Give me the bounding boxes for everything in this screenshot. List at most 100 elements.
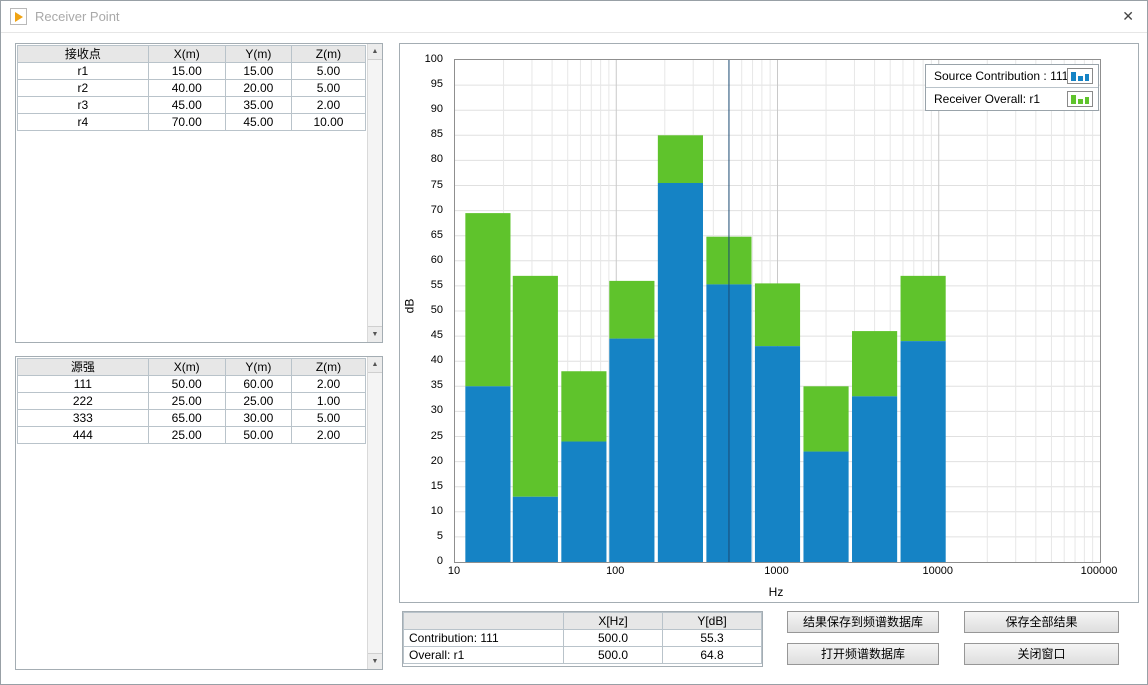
- plot-legend: Source Contribution : 111 Receiver Overa…: [925, 64, 1099, 111]
- plot-area[interactable]: [454, 59, 1101, 563]
- column-header: X(m): [148, 359, 225, 376]
- table-cell[interactable]: 10.00: [291, 114, 365, 131]
- table-row[interactable]: 22225.0025.001.00: [18, 393, 366, 410]
- x-axis-label: Hz: [756, 585, 796, 599]
- column-header: Z(m): [291, 46, 365, 63]
- receiver-table: 接收点X(m)Y(m)Z(m)r115.0015.005.00r240.0020…: [15, 43, 383, 343]
- y-tick-label: 15: [401, 480, 443, 493]
- table-cell[interactable]: 111: [18, 376, 149, 393]
- table-cell[interactable]: 444: [18, 427, 149, 444]
- table-cell[interactable]: 15.00: [148, 63, 225, 80]
- table-row[interactable]: 44425.0050.002.00: [18, 427, 366, 444]
- table-cell[interactable]: r3: [18, 97, 149, 114]
- x-tick-label: 100: [585, 565, 645, 577]
- table-cell[interactable]: 70.00: [148, 114, 225, 131]
- table-cell[interactable]: 25.00: [225, 393, 291, 410]
- y-tick-label: 70: [401, 204, 443, 217]
- y-tick-label: 5: [401, 530, 443, 543]
- source-table-grid: 源强X(m)Y(m)Z(m)11150.0060.002.0022225.002…: [17, 358, 366, 668]
- title-bar: Receiver Point ✕: [1, 1, 1147, 33]
- table-cell[interactable]: 45.00: [148, 97, 225, 114]
- receiver-point-window: Receiver Point ✕ 接收点X(m)Y(m)Z(m)r115.001…: [0, 0, 1148, 685]
- x-tick-label: 10000: [908, 565, 968, 577]
- table-cell[interactable]: 60.00: [225, 376, 291, 393]
- table-cell[interactable]: 50.00: [225, 427, 291, 444]
- open-spectrum-db-button[interactable]: 打开频谱数据库: [787, 643, 939, 665]
- y-tick-label: 10: [401, 505, 443, 518]
- table-cell[interactable]: r4: [18, 114, 149, 131]
- table-cell[interactable]: 5.00: [291, 410, 365, 427]
- table-cell[interactable]: 30.00: [225, 410, 291, 427]
- y-tick-label: 65: [401, 229, 443, 242]
- table-row[interactable]: r115.0015.005.00: [18, 63, 366, 80]
- table-cell[interactable]: 35.00: [225, 97, 291, 114]
- receiver-table-grid: 接收点X(m)Y(m)Z(m)r115.0015.005.00r240.0020…: [17, 45, 366, 341]
- table-cell[interactable]: 333: [18, 410, 149, 427]
- column-header: 源强: [18, 359, 149, 376]
- table-cell[interactable]: 65.00: [148, 410, 225, 427]
- source-table-scrollbar[interactable]: ▲ ▼: [367, 357, 382, 669]
- table-cell[interactable]: 40.00: [148, 80, 225, 97]
- table-cell[interactable]: 2.00: [291, 427, 365, 444]
- y-tick-label: 30: [401, 404, 443, 417]
- y-tick-label: 60: [401, 254, 443, 267]
- table-cell[interactable]: r1: [18, 63, 149, 80]
- table-cell[interactable]: 20.00: [225, 80, 291, 97]
- cursor-readout-table: X[Hz]Y[dB]Contribution: 111500.055.3Over…: [402, 611, 763, 667]
- legend-item-contribution[interactable]: Source Contribution : 111: [926, 65, 1098, 87]
- table-cell[interactable]: 222: [18, 393, 149, 410]
- y-tick-label: 25: [401, 430, 443, 443]
- receiver-table-scrollbar[interactable]: ▲ ▼: [367, 44, 382, 342]
- y-axis-tick-labels: 0510152025303540455055606570758085909510…: [400, 44, 449, 602]
- close-icon[interactable]: ✕: [1122, 8, 1134, 25]
- table-cell[interactable]: 50.00: [148, 376, 225, 393]
- table-cell[interactable]: 1.00: [291, 393, 365, 410]
- column-header: X(m): [148, 46, 225, 63]
- y-tick-label: 45: [401, 329, 443, 342]
- legend-item-overall[interactable]: Receiver Overall: r1: [926, 87, 1098, 110]
- y-tick-label: 95: [401, 78, 443, 91]
- table-cell[interactable]: 25.00: [148, 427, 225, 444]
- column-header: X[Hz]: [564, 613, 663, 630]
- source-table: 源强X(m)Y(m)Z(m)11150.0060.002.0022225.002…: [15, 356, 383, 670]
- close-window-button[interactable]: 关闭窗口: [964, 643, 1119, 665]
- table-cell[interactable]: 55.3: [663, 630, 762, 647]
- table-cell[interactable]: 500.0: [564, 647, 663, 664]
- column-header: Y(m): [225, 46, 291, 63]
- table-row[interactable]: 33365.0030.005.00: [18, 410, 366, 427]
- table-cell[interactable]: 15.00: [225, 63, 291, 80]
- table-cell[interactable]: 45.00: [225, 114, 291, 131]
- scroll-up-icon[interactable]: ▲: [368, 44, 382, 60]
- y-tick-label: 100: [401, 53, 443, 66]
- y-tick-label: 80: [401, 153, 443, 166]
- save-all-results-button[interactable]: 保存全部结果: [964, 611, 1119, 633]
- scroll-down-icon[interactable]: ▼: [368, 326, 382, 342]
- table-row[interactable]: 11150.0060.002.00: [18, 376, 366, 393]
- x-tick-label: 1000: [747, 565, 807, 577]
- y-tick-label: 40: [401, 354, 443, 367]
- table-cell[interactable]: Contribution: 111: [404, 630, 564, 647]
- scroll-down-icon[interactable]: ▼: [368, 653, 382, 669]
- table-cell[interactable]: 64.8: [663, 647, 762, 664]
- table-cell[interactable]: r2: [18, 80, 149, 97]
- legend-label: Source Contribution : 111: [934, 69, 1068, 83]
- table-cell[interactable]: 5.00: [291, 63, 365, 80]
- table-cell[interactable]: 25.00: [148, 393, 225, 410]
- save-to-spectrum-db-button[interactable]: 结果保存到频谱数据库: [787, 611, 939, 633]
- table-cell[interactable]: 5.00: [291, 80, 365, 97]
- table-cell[interactable]: 500.0: [564, 630, 663, 647]
- labview-arrow-icon: [15, 12, 23, 22]
- table-cell[interactable]: Overall: r1: [404, 647, 564, 664]
- y-axis-label: dB: [402, 299, 416, 314]
- table-cell[interactable]: 2.00: [291, 97, 365, 114]
- table-row[interactable]: r470.0045.0010.00: [18, 114, 366, 131]
- table-row[interactable]: r345.0035.002.00: [18, 97, 366, 114]
- x-tick-label: 10: [424, 565, 484, 577]
- data-grid: 源强X(m)Y(m)Z(m)11150.0060.002.0022225.002…: [17, 358, 366, 444]
- table-row[interactable]: Contribution: 111500.055.3: [404, 630, 762, 647]
- table-row[interactable]: Overall: r1500.064.8: [404, 647, 762, 664]
- table-cell[interactable]: 2.00: [291, 376, 365, 393]
- table-row[interactable]: r240.0020.005.00: [18, 80, 366, 97]
- legend-bar-swatch-icon: [1067, 91, 1093, 107]
- scroll-up-icon[interactable]: ▲: [368, 357, 382, 373]
